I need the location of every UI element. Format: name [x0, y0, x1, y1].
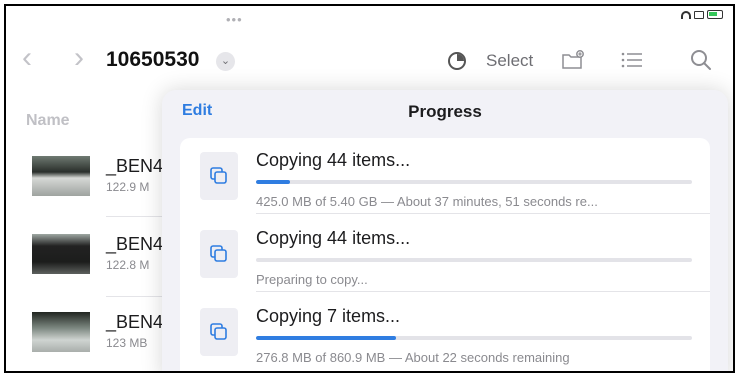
wifi-icon: [681, 10, 691, 19]
copy-icon: [200, 152, 238, 200]
file-size: 122.8 M: [106, 258, 150, 272]
new-folder-icon[interactable]: [561, 50, 585, 70]
multitasking-dots[interactable]: •••: [226, 12, 243, 27]
progress-bar: [256, 180, 692, 184]
file-name: _BEN4: [106, 156, 164, 176]
column-header-name[interactable]: Name: [26, 112, 70, 130]
copy-operation-row[interactable]: Copying 44 items... 425.0 MB of 5.40 GB …: [180, 138, 710, 214]
chevron-right-icon[interactable]: ›: [74, 43, 84, 73]
row-divider: [256, 291, 710, 292]
progress-fill: [256, 336, 396, 340]
progress-bar: [256, 258, 692, 262]
progress-fill: [256, 180, 290, 184]
navigation-bar: ‹ › 10650530 ⌄ Select: [6, 34, 733, 86]
operation-title: Copying 44 items...: [256, 228, 411, 248]
progress-bar: [256, 336, 692, 340]
chevron-down-circle-icon[interactable]: ⌄: [216, 52, 235, 71]
folder-title[interactable]: 10650530: [106, 48, 199, 72]
operation-status: 425.0 MB of 5.40 GB — About 37 minutes, …: [256, 194, 598, 209]
row-divider: [256, 213, 710, 214]
file-name: _BEN4: [106, 312, 164, 332]
list-view-icon[interactable]: [620, 50, 644, 70]
copy-operation-row[interactable]: Copying 44 items... Preparing to copy...: [180, 216, 710, 292]
screen-mirroring-icon: [694, 10, 704, 19]
file-size: 122.9 M: [106, 180, 150, 194]
operations-list: Copying 44 items... 425.0 MB of 5.40 GB …: [180, 138, 710, 371]
copy-icon: [200, 230, 238, 278]
operation-status: 276.8 MB of 860.9 MB — About 22 seconds …: [256, 350, 570, 365]
progress-pie-icon[interactable]: [448, 52, 466, 70]
files-app-window: ••• ‹ › 10650530 ⌄ Select Name _BEN4 122…: [4, 4, 735, 373]
file-size: 123 MB: [106, 336, 148, 350]
copy-icon: [200, 308, 238, 356]
popover-title: Progress: [408, 102, 482, 121]
copy-operation-row[interactable]: Copying 7 items... 276.8 MB of 860.9 MB …: [180, 294, 710, 370]
operation-title: Copying 7 items...: [256, 306, 401, 326]
chevron-left-icon[interactable]: ‹: [22, 43, 32, 73]
battery-icon: [707, 10, 723, 19]
file-name: _BEN4: [106, 234, 164, 254]
file-thumbnail: [32, 234, 90, 274]
operation-status: Preparing to copy...: [256, 272, 368, 287]
file-thumbnail: [32, 312, 90, 352]
search-icon[interactable]: [690, 49, 712, 71]
progress-popover: Edit Progress Copying 44 items... 425.0 …: [162, 90, 728, 371]
status-icons: [681, 10, 723, 19]
file-thumbnail: [32, 156, 90, 196]
operation-title: Copying 44 items...: [256, 150, 411, 170]
select-button[interactable]: Select: [486, 51, 533, 71]
